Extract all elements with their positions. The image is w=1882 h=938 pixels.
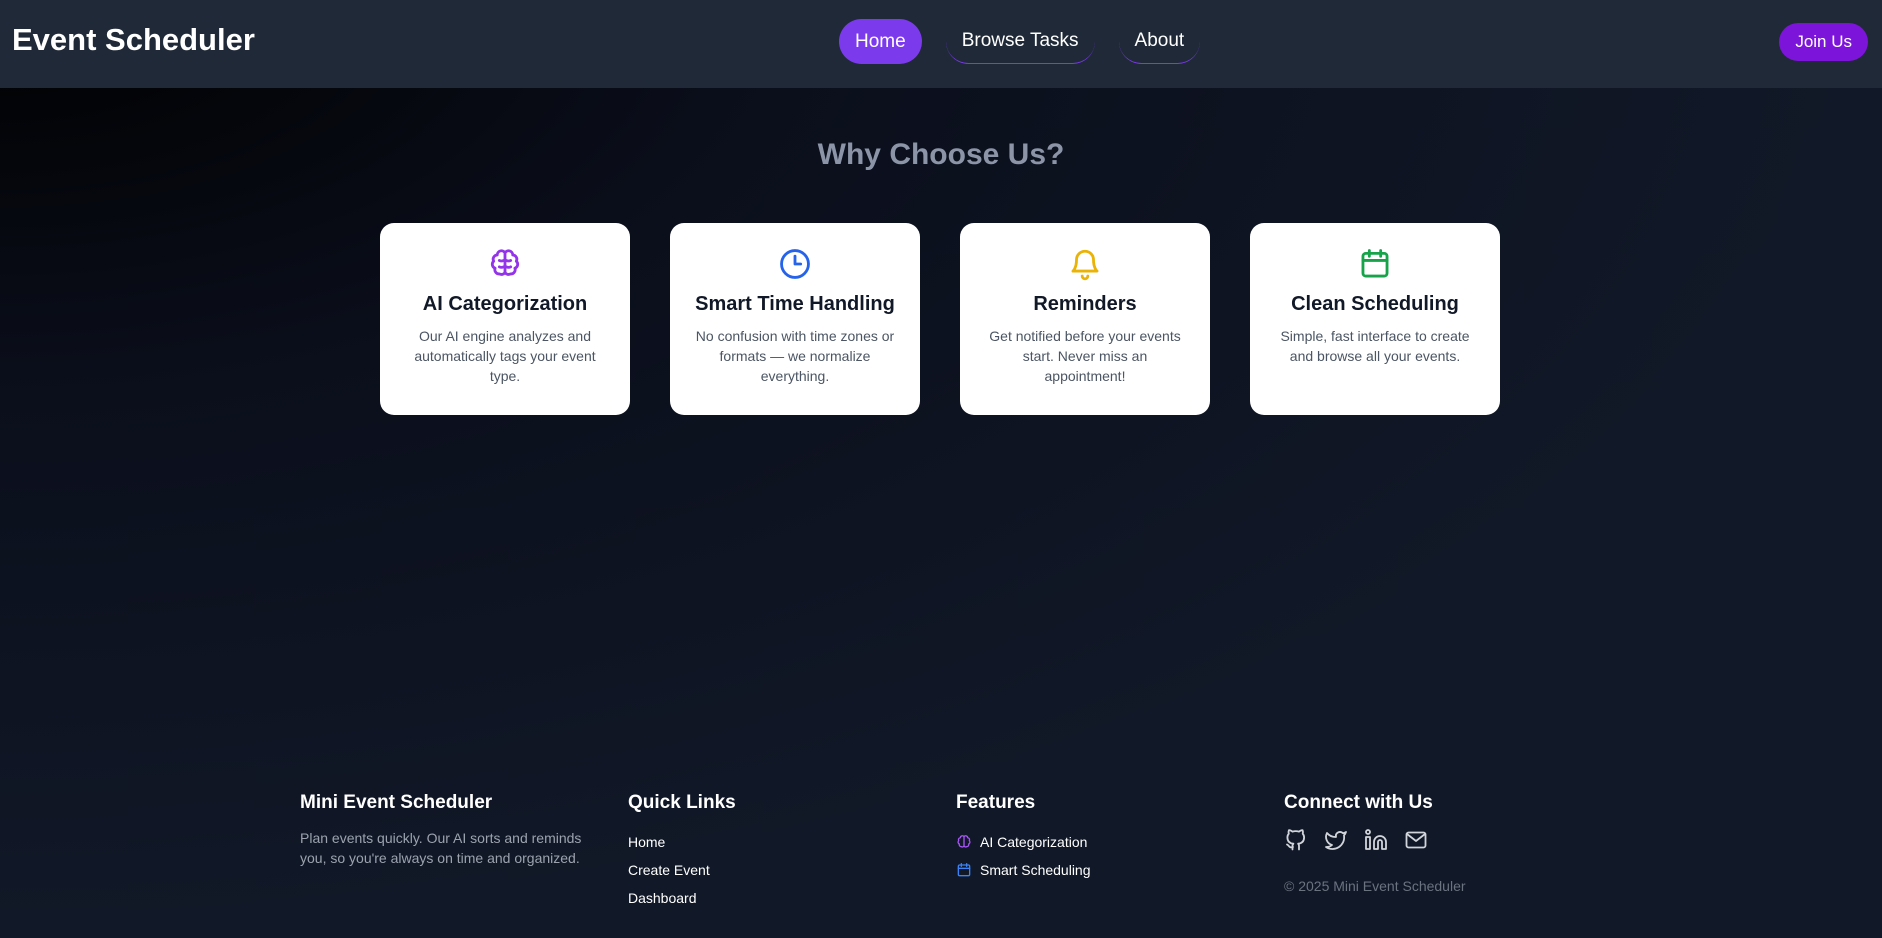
connect-title: Connect with Us — [1284, 792, 1433, 813]
join-us-button[interactable]: Join Us — [1779, 23, 1868, 61]
copyright-text: © 2025 Mini Event Scheduler — [1284, 878, 1466, 894]
brand-title[interactable]: Event Scheduler — [12, 22, 255, 58]
footer-about: Mini Event Scheduler Plan events quickly… — [300, 792, 628, 912]
top-navbar: Event Scheduler Home Browse Tasks About … — [0, 0, 1882, 88]
social-links — [1284, 828, 1612, 852]
features-cards: AI Categorization Our AI engine analyzes… — [380, 223, 1500, 415]
footer-feature-label: Smart Scheduling — [980, 862, 1091, 878]
quick-links-title: Quick Links — [628, 792, 736, 813]
footer-feature-ai[interactable]: AI Categorization — [956, 828, 1284, 856]
nav-about[interactable]: About — [1118, 19, 1201, 64]
calendar-icon — [1361, 249, 1389, 278]
card-description: Simple, fast interface to create and bro… — [1280, 328, 1470, 364]
github-icon[interactable] — [1284, 828, 1308, 852]
features-title: Features — [956, 792, 1036, 813]
card-title: Reminders — [1033, 293, 1137, 315]
footer-link-create-event[interactable]: Create Event — [628, 856, 956, 884]
linkedin-icon[interactable] — [1364, 828, 1388, 852]
footer-quick-links: Quick Links Home Create Event Dashboard — [628, 792, 956, 912]
footer-link-dashboard[interactable]: Dashboard — [628, 884, 956, 912]
twitter-icon[interactable] — [1324, 828, 1348, 852]
card-title: Smart Time Handling — [695, 293, 895, 315]
main-nav: Home Browse Tasks About — [839, 19, 1201, 64]
footer-about-title: Mini Event Scheduler — [300, 792, 493, 813]
footer-connect: Connect with Us © 2025 Mini Event Schedu… — [1284, 792, 1612, 912]
nav-browse-tasks[interactable]: Browse Tasks — [945, 19, 1095, 64]
footer: Mini Event Scheduler Plan events quickly… — [300, 792, 1612, 912]
nav-home[interactable]: Home — [839, 19, 922, 64]
feature-card-ai: AI Categorization Our AI engine analyzes… — [380, 223, 630, 415]
mail-icon[interactable] — [1404, 828, 1428, 852]
footer-features: Features AI Categorization Smart Schedul… — [956, 792, 1284, 912]
footer-about-text: Plan events quickly. Our AI sorts and re… — [300, 830, 582, 866]
feature-card-time: Smart Time Handling No confusion with ti… — [670, 223, 920, 415]
brain-icon — [957, 835, 971, 848]
card-description: No confusion with time zones or formats … — [695, 328, 895, 384]
calendar-icon — [957, 863, 971, 877]
footer-feature-label: AI Categorization — [980, 834, 1088, 850]
feature-card-reminders: Reminders Get notified before your event… — [960, 223, 1210, 415]
card-title: Clean Scheduling — [1291, 293, 1459, 315]
brain-icon — [490, 249, 520, 276]
feature-card-scheduling: Clean Scheduling Simple, fast interface … — [1250, 223, 1500, 415]
card-description: Get notified before your events start. N… — [989, 328, 1181, 384]
footer-link-home[interactable]: Home — [628, 828, 956, 856]
footer-feature-scheduling[interactable]: Smart Scheduling — [956, 856, 1284, 884]
card-title: AI Categorization — [422, 293, 588, 315]
section-title: Why Choose Us? — [817, 138, 1065, 171]
card-description: Our AI engine analyzes and automatically… — [414, 328, 596, 384]
clock-icon — [780, 249, 810, 279]
bell-icon — [1071, 249, 1099, 281]
